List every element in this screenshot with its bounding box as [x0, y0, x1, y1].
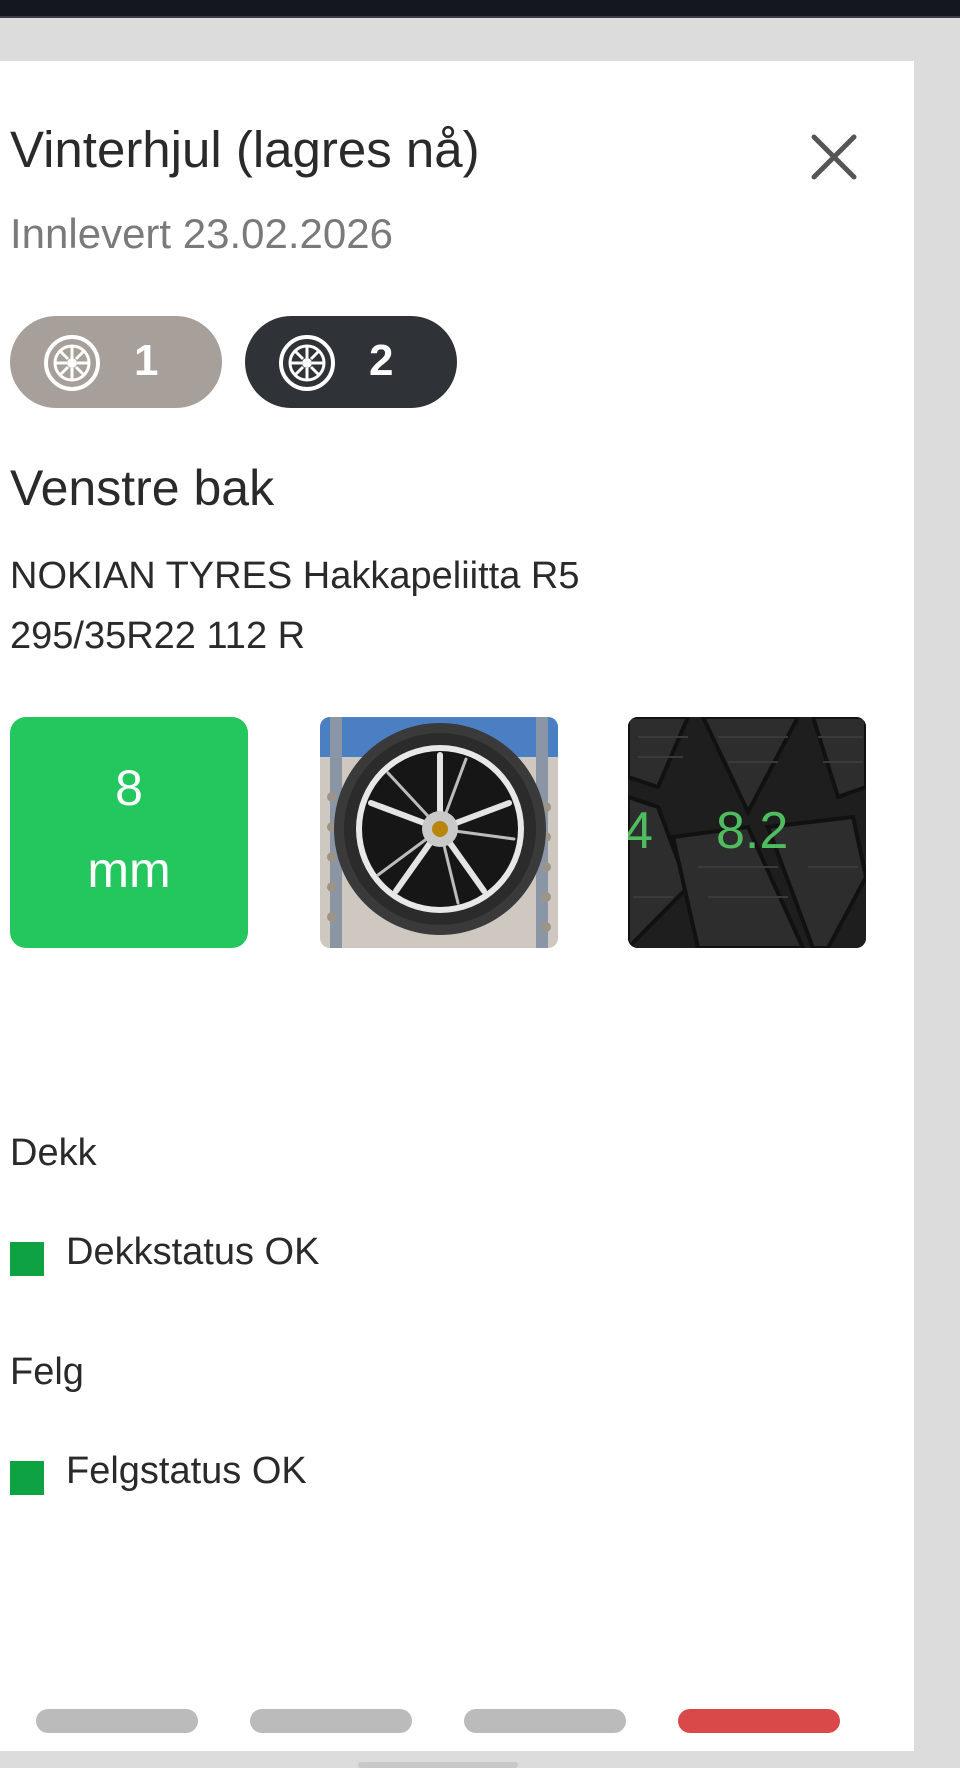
tread-photo[interactable]: 4 8.2: [628, 717, 866, 948]
tread-photo-reading: 8.2: [716, 802, 788, 860]
wheel-set-1-button[interactable]: 1: [10, 316, 222, 408]
wheel-photo-image: [320, 717, 558, 948]
wheel-photo[interactable]: [320, 717, 558, 948]
rim-status-text: Felgstatus OK: [66, 1449, 307, 1492]
tire-status-text: Dekkstatus OK: [66, 1230, 320, 1273]
tread-photo-side-text: 4: [628, 802, 653, 860]
page-indicator-dot-1[interactable]: [36, 1709, 198, 1733]
page-indicator-dot-4[interactable]: [678, 1709, 840, 1733]
page-indicator-dot-3[interactable]: [464, 1709, 626, 1733]
page-indicator-dot-2[interactable]: [250, 1709, 412, 1733]
tire-size: 295/35R22 112 R: [10, 615, 306, 657]
sheet-title: Vinterhjul (lagres nå): [10, 121, 480, 178]
tread-depth-value: 8: [115, 760, 143, 816]
rim-heading: Felg: [10, 1351, 84, 1393]
wheel-set-label: 2: [369, 336, 394, 385]
wheel-set-label: 1: [134, 336, 159, 385]
tread-photo-image: 4 8.2: [628, 717, 866, 948]
status-bar-divider: [0, 16, 960, 18]
tread-depth-unit: mm: [87, 842, 171, 898]
tread-depth-badge: 8 mm: [10, 717, 248, 948]
wheel-position-heading: Venstre bak: [10, 460, 275, 516]
tire-status-row: Dekkstatus OK: [10, 1227, 319, 1277]
system-status-bar: [0, 0, 960, 16]
close-icon[interactable]: [806, 129, 862, 185]
wheel-detail-sheet: Vinterhjul (lagres nå) Innlevert 23.02.2…: [0, 61, 914, 1768]
wheel-icon: [279, 335, 335, 391]
status-ok-indicator: [10, 1461, 44, 1495]
delivered-date: Innlevert 23.02.2026: [10, 210, 393, 257]
tire-brand-model: NOKIAN TYRES Hakkapeliitta R5: [10, 555, 580, 597]
status-ok-indicator: [10, 1242, 44, 1276]
wheel-set-2-button[interactable]: 2: [245, 316, 457, 408]
sheet-drag-handle[interactable]: [358, 1762, 518, 1768]
tire-heading: Dekk: [10, 1132, 97, 1174]
rim-status-row: Felgstatus OK: [10, 1446, 307, 1496]
wheel-icon: [44, 335, 100, 391]
